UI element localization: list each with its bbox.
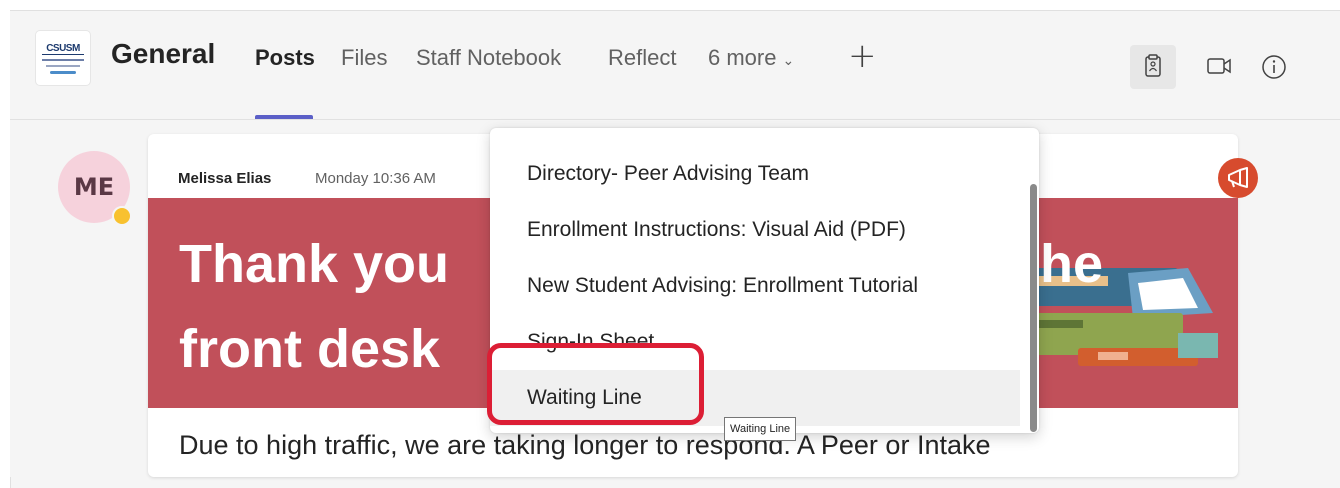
tab-files[interactable]: Files (341, 45, 387, 71)
logo-stripe (50, 71, 76, 74)
banner-headline-line2: front desk (179, 319, 441, 379)
chevron-down-icon: ⌄ (782, 52, 795, 68)
banner-headline-tail: he (1040, 234, 1104, 294)
menu-item-directory[interactable]: Directory- Peer Advising Team (490, 146, 1020, 202)
tab-reflect[interactable]: Reflect (608, 45, 676, 71)
more-tabs-dropdown: Directory- Peer Advising Team Enrollment… (490, 128, 1039, 433)
announcement-icon (1218, 158, 1258, 198)
tooltip: Waiting Line (724, 417, 797, 441)
dropdown-scrollbar[interactable] (1030, 184, 1037, 432)
clipboard-icon (1145, 54, 1161, 77)
logo-stripe (46, 65, 80, 67)
team-logo-text: CSUSM (42, 43, 84, 55)
post-author[interactable]: Melissa Elias (178, 170, 271, 187)
video-call-button[interactable] (1196, 45, 1242, 89)
clipboard-button[interactable] (1130, 45, 1176, 89)
video-icon (1207, 58, 1231, 74)
tab-more[interactable]: 6 more ⌄ (708, 45, 794, 71)
post-body: Due to high traffic, we are taking longe… (179, 430, 991, 460)
logo-stripe (42, 59, 84, 61)
channel-title: General (111, 38, 216, 69)
tab-posts[interactable]: Posts (255, 45, 315, 71)
presence-away-icon (112, 206, 132, 226)
post-timestamp: Monday 10:36 AM (315, 170, 436, 187)
team-logo[interactable]: CSUSM (36, 31, 90, 85)
menu-item-enrollment-instructions[interactable]: Enrollment Instructions: Visual Aid (PDF… (490, 202, 1020, 258)
menu-item-sign-in-sheet[interactable]: Sign-In Sheet (490, 314, 1020, 370)
menu-item-enrollment-tutorial[interactable]: New Student Advising: Enrollment Tutoria… (490, 258, 1020, 314)
tab-staff-notebook[interactable]: Staff Notebook (416, 45, 561, 71)
tab-more-label: 6 more (708, 45, 777, 70)
add-tab-icon[interactable]: + (848, 36, 877, 76)
banner-headline-line1: Thank you (179, 234, 450, 294)
info-button[interactable] (1252, 45, 1298, 89)
info-icon (1262, 55, 1286, 79)
active-tab-indicator (255, 115, 313, 119)
